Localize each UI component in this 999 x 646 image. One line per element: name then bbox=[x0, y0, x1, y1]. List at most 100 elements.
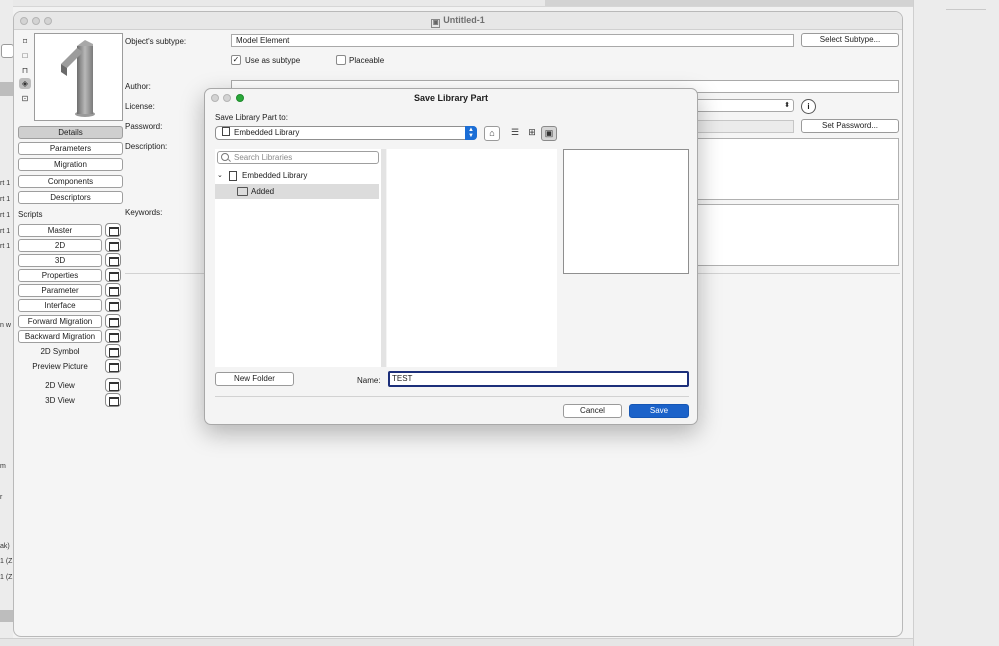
column-3d-preview bbox=[61, 40, 95, 117]
script-master[interactable]: Master bbox=[18, 224, 102, 237]
script-interface-window-icon[interactable] bbox=[105, 298, 121, 312]
background-text-fragment: rt 1 bbox=[0, 180, 11, 187]
background-text-fragment: rt 1 bbox=[0, 212, 11, 219]
background-text-fragment: 1 (Z bbox=[0, 574, 13, 581]
password-label: Password: bbox=[125, 122, 163, 131]
chevron-updown-icon: ▲ ▼ bbox=[465, 126, 477, 140]
background-right-line bbox=[946, 9, 986, 10]
item-2d-view[interactable]: 2D View bbox=[18, 380, 102, 391]
new-folder-icon[interactable]: ⌂ bbox=[484, 126, 500, 141]
script-3d[interactable]: 3D bbox=[18, 254, 102, 267]
dialog-title: Save Library Part bbox=[413, 93, 489, 103]
tab-parameters[interactable]: Parameters bbox=[18, 142, 123, 155]
script-backward-migration-window-icon[interactable] bbox=[105, 329, 121, 343]
save-library-part-dialog: Save Library Part Save Library Part to: … bbox=[204, 88, 698, 425]
item-preview-picture-window-icon[interactable] bbox=[105, 359, 121, 373]
tab-details[interactable]: Details bbox=[18, 126, 123, 139]
folder-icon bbox=[237, 187, 248, 196]
tab-descriptors[interactable]: Descriptors bbox=[18, 191, 123, 204]
stand-icon[interactable]: ⊓ bbox=[19, 65, 31, 76]
background-text-fragment: rt 1 bbox=[0, 228, 11, 235]
script-properties-window-icon[interactable] bbox=[105, 268, 121, 282]
preview-view-icon[interactable]: ▣ bbox=[541, 126, 557, 141]
grid-view-icon[interactable]: ⊞ bbox=[524, 126, 540, 141]
tree-item-added[interactable]: Added bbox=[215, 184, 379, 199]
script-master-window-icon[interactable] bbox=[105, 223, 121, 237]
library-tree-scrollbar[interactable] bbox=[381, 149, 386, 367]
script-parameter[interactable]: Parameter bbox=[18, 284, 102, 297]
script-properties[interactable]: Properties bbox=[18, 269, 102, 282]
placeable-label: Placeable bbox=[349, 56, 385, 65]
tree-item-label: Added bbox=[251, 187, 275, 196]
name-label: Name: bbox=[357, 376, 381, 385]
tree-item-embedded-library[interactable]: ⌄ Embedded Library bbox=[215, 168, 379, 183]
keywords-label: Keywords: bbox=[125, 208, 163, 217]
script-parameter-window-icon[interactable] bbox=[105, 283, 121, 297]
search-libraries-input[interactable]: Search Libraries bbox=[217, 151, 379, 164]
save-button[interactable]: Save bbox=[629, 404, 689, 418]
background-text-fragment: ak) bbox=[0, 543, 10, 550]
script-forward-migration-window-icon[interactable] bbox=[105, 314, 121, 328]
background-text-fragment: 1 (Z bbox=[0, 558, 13, 565]
tab-migration[interactable]: Migration bbox=[18, 158, 123, 171]
select-subtype-button[interactable]: Select Subtype... bbox=[801, 33, 899, 47]
location-popup-value: Embedded Library bbox=[234, 128, 300, 137]
background-text-fragment: rt 1 bbox=[0, 196, 11, 203]
chevron-down-icon[interactable]: ⌄ bbox=[217, 168, 223, 183]
background-text-fragment: m bbox=[0, 463, 6, 470]
window-title: ▣ Untitled-1 bbox=[14, 15, 902, 28]
use-as-subtype-label: Use as subtype bbox=[245, 56, 301, 65]
document-icon: ▣ bbox=[431, 19, 441, 28]
use-as-subtype-checkbox[interactable]: ✓ bbox=[231, 55, 241, 65]
script-2d[interactable]: 2D bbox=[18, 239, 102, 252]
dialog-divider bbox=[215, 396, 689, 397]
library-icon bbox=[229, 171, 237, 181]
object-3d-icon[interactable]: ◈ bbox=[19, 78, 31, 89]
license-label: License: bbox=[125, 102, 155, 111]
author-label: Author: bbox=[125, 82, 151, 91]
script-3d-window-icon[interactable] bbox=[105, 253, 121, 267]
script-2d-window-icon[interactable] bbox=[105, 238, 121, 252]
cancel-button[interactable]: Cancel bbox=[563, 404, 622, 418]
scripts-heading: Scripts bbox=[18, 210, 43, 219]
background-left-bottom-highlight bbox=[0, 610, 13, 622]
set-password-button[interactable]: Set Password... bbox=[801, 119, 899, 133]
frame-icon[interactable]: ⊡ bbox=[19, 93, 31, 104]
save-to-label: Save Library Part to: bbox=[215, 113, 288, 122]
script-backward-migration[interactable]: Backward Migration bbox=[18, 330, 102, 343]
script-interface[interactable]: Interface bbox=[18, 299, 102, 312]
window-title-text: Untitled-1 bbox=[443, 15, 485, 25]
item-2d-view-window-icon[interactable] bbox=[105, 378, 121, 392]
item-preview-picture[interactable]: Preview Picture bbox=[18, 361, 102, 372]
subtype-label: Object's subtype: bbox=[125, 37, 187, 46]
item-3d-view-window-icon[interactable] bbox=[105, 393, 121, 407]
background-text-fragment: rt 1 bbox=[0, 243, 11, 250]
script-forward-migration[interactable]: Forward Migration bbox=[18, 315, 102, 328]
search-icon bbox=[221, 153, 229, 161]
location-popup[interactable]: Embedded Library ▲ ▼ bbox=[215, 126, 477, 140]
tab-components[interactable]: Components bbox=[18, 175, 123, 188]
background-text-fragment: r bbox=[0, 494, 3, 501]
object-preview bbox=[34, 33, 123, 121]
library-part-preview bbox=[563, 149, 689, 274]
list-view-icon[interactable]: ☰ bbox=[507, 126, 523, 141]
background-text-fragment: n w bbox=[0, 322, 11, 329]
item-2d-symbol-window-icon[interactable] bbox=[105, 344, 121, 358]
tree-item-label: Embedded Library bbox=[242, 171, 308, 180]
name-input[interactable]: TEST bbox=[388, 371, 689, 387]
placeable-checkbox[interactable] bbox=[336, 55, 346, 65]
item-2d-symbol[interactable]: 2D Symbol bbox=[18, 346, 102, 357]
info-icon[interactable]: i bbox=[801, 99, 816, 114]
square-icon[interactable]: □ bbox=[19, 50, 31, 61]
pointer-icon[interactable]: ⌑ bbox=[19, 36, 31, 47]
library-icon bbox=[222, 127, 230, 136]
window-titlebar: ▣ Untitled-1 bbox=[14, 12, 902, 30]
background-right-panel bbox=[913, 0, 999, 646]
chevron-updown-icon: ⬍ bbox=[784, 102, 790, 109]
background-bottom-strip bbox=[0, 638, 913, 646]
subtype-field[interactable]: Model Element bbox=[231, 34, 794, 47]
new-folder-button[interactable]: New Folder bbox=[215, 372, 294, 386]
item-3d-view[interactable]: 3D View bbox=[18, 395, 102, 406]
background-left-highlight bbox=[0, 82, 13, 96]
description-label: Description: bbox=[125, 142, 168, 151]
